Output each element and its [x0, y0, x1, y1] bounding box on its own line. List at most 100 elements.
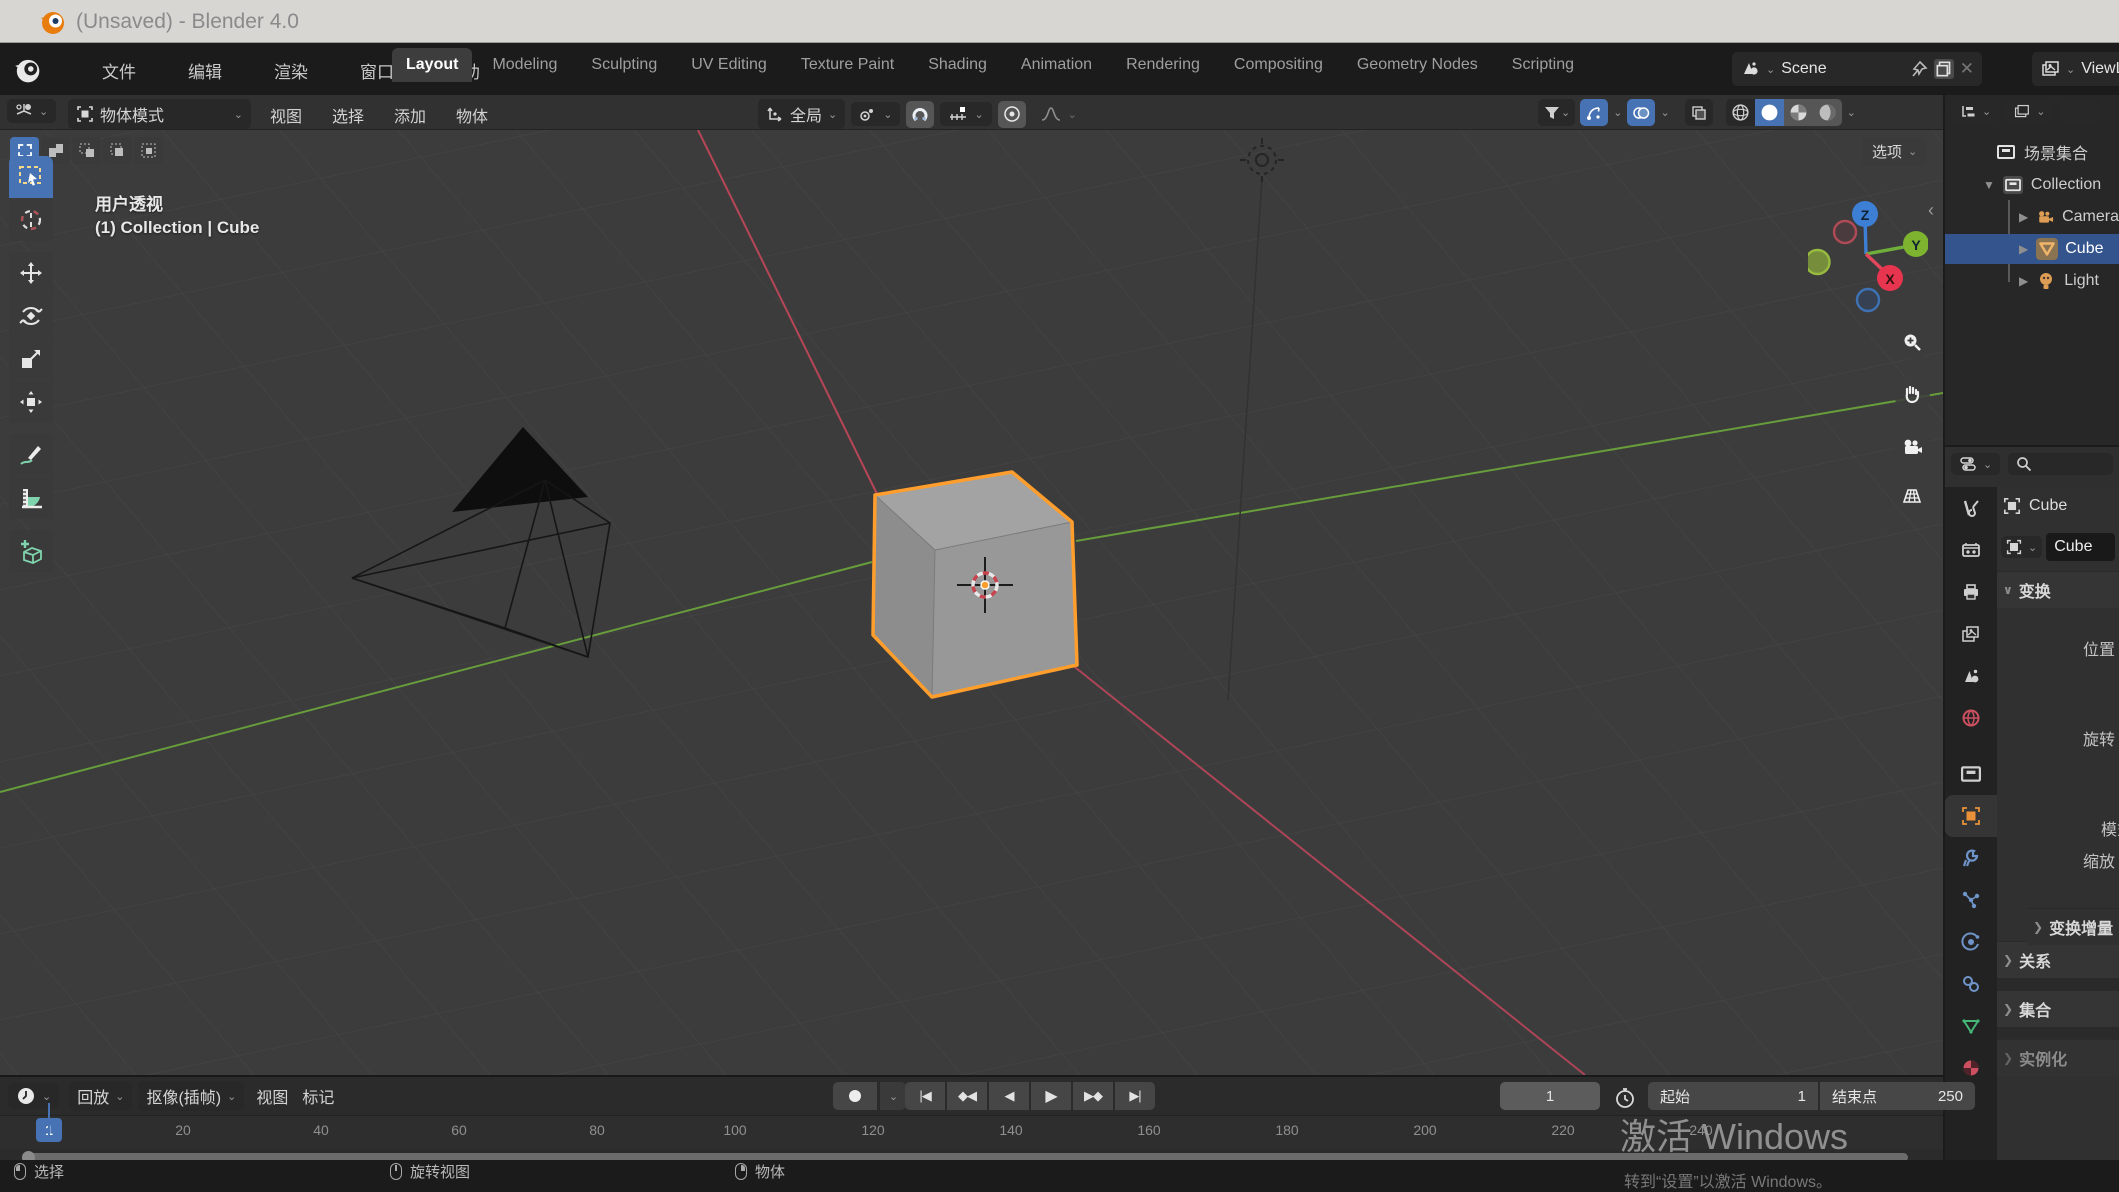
- tab-view-layer[interactable]: [1945, 613, 1997, 655]
- outliner-row-light[interactable]: ▶ Light: [1945, 266, 2119, 296]
- tab-constraints[interactable]: [1945, 963, 1997, 1005]
- light-object[interactable]: [1228, 138, 1284, 700]
- new-scene-icon[interactable]: [1934, 59, 1954, 79]
- tab-animation[interactable]: Animation: [1007, 48, 1106, 82]
- tab-sculpting[interactable]: Sculpting: [577, 48, 671, 82]
- outliner-row-scene-collection[interactable]: 场景集合: [1945, 137, 2119, 167]
- show-overlays-toggle[interactable]: [1627, 99, 1655, 126]
- panel-collections[interactable]: ❯ 集合: [1997, 990, 2119, 1027]
- tab-object-data[interactable]: [1945, 1005, 1997, 1047]
- timeline-ruler[interactable]: 20406080100120140160180200220240 1: [0, 1115, 1943, 1149]
- timeline-editor-selector[interactable]: ⌄: [8, 1083, 59, 1109]
- view-layer-name[interactable]: ViewLayer: [2081, 60, 2119, 78]
- close-icon[interactable]: ✕: [1960, 59, 1974, 79]
- frame-end-field[interactable]: 结束点 250: [1820, 1082, 1975, 1110]
- tool-measure[interactable]: [9, 477, 53, 519]
- auto-key-button[interactable]: [833, 1082, 877, 1110]
- tool-transform[interactable]: [9, 381, 53, 423]
- tab-rendering[interactable]: Rendering: [1112, 48, 1214, 82]
- pin-icon[interactable]: [1910, 60, 1928, 78]
- tab-collection[interactable]: [1945, 753, 1997, 795]
- snap-with-dropdown[interactable]: ⌄: [940, 102, 991, 126]
- select-intersect-button[interactable]: [134, 137, 163, 164]
- select-subtract-button[interactable]: [72, 137, 101, 164]
- disclosure-triangle-icon[interactable]: ▶: [2019, 242, 2028, 256]
- next-keyframe-button[interactable]: ▶◆: [1073, 1082, 1113, 1110]
- menu-view[interactable]: 视图: [262, 99, 310, 131]
- shading-rendered-button[interactable]: [1813, 99, 1842, 126]
- pivot-point-dropdown[interactable]: ⌄: [851, 102, 900, 126]
- menu-add[interactable]: 添加: [386, 99, 434, 131]
- tab-scripting[interactable]: Scripting: [1498, 48, 1588, 82]
- outliner-editor-selector[interactable]: ⌄: [1951, 100, 1999, 123]
- options-dropdown[interactable]: 选项 ⌄: [1862, 138, 1927, 165]
- current-frame-field[interactable]: 1: [1500, 1082, 1600, 1110]
- editor-type-selector[interactable]: ⌄: [7, 99, 56, 123]
- mode-selector[interactable]: 物体模式 ⌄: [68, 99, 251, 129]
- panel-delta-transform[interactable]: ❯ 变换增量: [2027, 908, 2119, 945]
- properties-search[interactable]: [2008, 453, 2113, 475]
- menu-tl-view[interactable]: 视图: [256, 1084, 288, 1108]
- tab-uv-editing[interactable]: UV Editing: [677, 48, 781, 82]
- viewport-canvas[interactable]: [0, 130, 1943, 1075]
- prev-keyframe-button[interactable]: ◆◀: [947, 1082, 987, 1110]
- tool-scale[interactable]: [9, 338, 53, 380]
- frame-start-field[interactable]: 起始 1: [1648, 1082, 1818, 1110]
- tab-modeling[interactable]: Modeling: [478, 48, 571, 82]
- tab-render[interactable]: [1945, 529, 1997, 571]
- tab-shading[interactable]: Shading: [914, 48, 1001, 82]
- tool-move[interactable]: [9, 252, 53, 294]
- tool-select-box[interactable]: [9, 156, 53, 198]
- scene-selector[interactable]: ⌄ Scene ✕: [1732, 52, 1982, 86]
- play-reverse-button[interactable]: ◀: [989, 1082, 1029, 1110]
- tab-physics[interactable]: [1945, 921, 1997, 963]
- menu-select[interactable]: 选择: [324, 99, 372, 131]
- chevron-down-icon[interactable]: ⌄: [1660, 106, 1669, 119]
- menu-object[interactable]: 物体: [448, 99, 496, 131]
- disclosure-triangle-icon[interactable]: ▶: [2019, 274, 2028, 288]
- tool-cursor[interactable]: [9, 199, 53, 241]
- navigation-gizmo[interactable]: Z Y X: [1808, 196, 1928, 316]
- jump-to-end-button[interactable]: ▶|: [1115, 1082, 1155, 1110]
- viewport-3d[interactable]: 用户透视 (1) Collection | Cube: [0, 130, 1943, 1075]
- camera-object[interactable]: [352, 427, 610, 657]
- tool-annotate[interactable]: [9, 434, 53, 476]
- properties-editor-selector[interactable]: ⌄: [1951, 453, 2000, 475]
- tool-add-cube[interactable]: [9, 530, 53, 572]
- object-id-dropdown[interactable]: ⌄: [2001, 536, 2042, 558]
- shading-solid-button[interactable]: [1755, 99, 1784, 126]
- menu-edit[interactable]: 编辑: [178, 53, 232, 88]
- proportional-editing-toggle[interactable]: [998, 101, 1026, 128]
- scene-name[interactable]: Scene: [1781, 60, 1904, 78]
- tab-compositing[interactable]: Compositing: [1220, 48, 1337, 82]
- chevron-down-icon[interactable]: ⌄: [1613, 106, 1622, 119]
- tool-rotate[interactable]: [9, 295, 53, 337]
- outliner-display-mode[interactable]: ⌄: [2005, 100, 2053, 123]
- menu-keying[interactable]: 抠像(插帧) ⌄: [138, 1081, 244, 1111]
- tab-output[interactable]: [1945, 571, 1997, 613]
- keying-set-dropdown[interactable]: ⌄: [880, 1082, 906, 1110]
- panel-transform[interactable]: ∨ 变换: [1997, 571, 2119, 608]
- ortho-toggle-button[interactable]: [1894, 478, 1930, 514]
- tab-world[interactable]: [1945, 697, 1997, 739]
- panel-relations[interactable]: ❯ 关系: [1997, 941, 2119, 978]
- breadcrumb-object[interactable]: Cube: [2029, 497, 2067, 515]
- selectability-filter-dropdown[interactable]: ⌄: [1538, 99, 1575, 126]
- menu-file[interactable]: 文件: [92, 53, 146, 88]
- sidebar-collapse-arrow[interactable]: ‹: [1928, 200, 1934, 221]
- menu-render[interactable]: 渲染: [264, 53, 318, 88]
- shading-dropdown[interactable]: ⌄: [1842, 99, 1861, 126]
- tab-geometry-nodes[interactable]: Geometry Nodes: [1343, 48, 1492, 82]
- tab-scene[interactable]: [1945, 655, 1997, 697]
- tab-layout[interactable]: Layout: [392, 48, 472, 82]
- tab-modifiers[interactable]: [1945, 837, 1997, 879]
- zoom-button[interactable]: [1894, 324, 1930, 360]
- transform-orientation-dropdown[interactable]: 全局 ⌄: [758, 99, 845, 129]
- select-invert-button[interactable]: [103, 137, 132, 164]
- blender-app-icon[interactable]: [12, 55, 42, 85]
- play-button[interactable]: ▶: [1031, 1082, 1071, 1110]
- axis-z-neg-handle[interactable]: [1857, 289, 1879, 311]
- stopwatch-icon[interactable]: [1614, 1087, 1636, 1109]
- panel-instancing[interactable]: ❯ 实例化: [1997, 1039, 2119, 1076]
- tab-tool[interactable]: [1945, 487, 1997, 529]
